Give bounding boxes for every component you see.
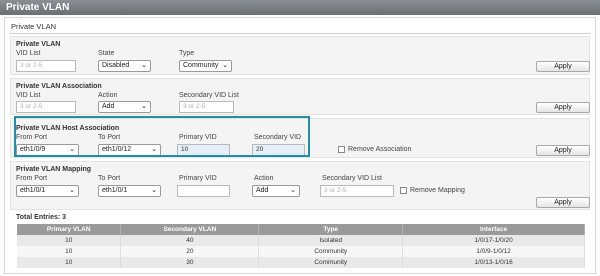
vid-list-input[interactable]: 3 or 2-5 <box>16 60 76 72</box>
vid-list-input[interactable]: 3 or 2-5 <box>16 101 76 113</box>
table-cell: Community <box>258 257 404 268</box>
type-select[interactable]: Community ⌄ <box>179 60 232 72</box>
remove-association-checkbox[interactable] <box>338 146 345 153</box>
action-label: Action <box>98 92 118 99</box>
private-vlan-table: Primary VLAN Secondary VLAN Type Interfa… <box>17 224 585 268</box>
section-title: Private VLAN <box>11 22 57 31</box>
private-vlan-association-panel: Private VLAN Association VID List 3 or 2… <box>10 78 590 115</box>
table-cell: Community <box>258 246 404 257</box>
table-cell: 1/0/13-1/0/16 <box>402 257 585 268</box>
table-cell: 10 <box>17 257 122 268</box>
table-cell: 10 <box>17 235 122 246</box>
action-label: Action <box>254 175 274 182</box>
state-select[interactable]: Disabled ⌄ <box>98 60 151 72</box>
table-cell: 40 <box>120 235 260 246</box>
action-value: Add <box>102 103 115 110</box>
remove-association-label: Remove Association <box>348 146 412 153</box>
column-header: Secondary VLAN <box>120 224 260 235</box>
to-port-select[interactable]: eth1/0/1 ⌄ <box>98 185 161 197</box>
vid-list-label: VID List <box>16 92 41 99</box>
private-vlan-panel: Private VLAN VID List 3 or 2-5 State Dis… <box>10 36 590 75</box>
secondary-vid-list-label: Secondary VID List <box>179 92 239 99</box>
chevron-down-icon: ⌄ <box>151 187 157 194</box>
from-port-select[interactable]: eth1/0/1 ⌄ <box>16 185 79 197</box>
highlight-frame <box>14 116 310 157</box>
table-cell: 10 <box>17 246 122 257</box>
apply-button[interactable]: Apply <box>536 61 590 72</box>
private-vlan-mapping-panel: Private VLAN Mapping From Port eth1/0/1 … <box>10 161 590 210</box>
table-row: 10 40 Isolated 1/0/17-1/0/20 <box>17 235 585 246</box>
table-cell: 1/0/9-1/0/12 <box>402 246 585 257</box>
action-select[interactable]: Add ⌄ <box>98 101 151 113</box>
action-select[interactable]: Add ⌄ <box>252 185 300 197</box>
to-port-value: eth1/0/1 <box>102 187 128 194</box>
column-header: Interface <box>402 224 585 235</box>
panel-title: Private VLAN Mapping <box>16 166 92 173</box>
apply-button[interactable]: Apply <box>536 197 590 208</box>
table-cell: Isolated <box>258 235 404 246</box>
chevron-down-icon: ⌄ <box>69 187 75 194</box>
secondary-vid-list-input[interactable]: 3 or 2-5 <box>179 101 234 113</box>
remove-mapping-label: Remove Mapping <box>410 187 465 194</box>
type-label: Type <box>179 50 195 57</box>
column-header: Primary VLAN <box>17 224 122 235</box>
primary-vid-label: Primary VID <box>179 175 217 182</box>
from-port-value: eth1/0/1 <box>20 187 46 194</box>
section-divider <box>9 33 591 34</box>
chevron-down-icon: ⌄ <box>290 187 296 194</box>
to-port-label: To Port <box>98 175 121 182</box>
secondary-vid-list-label: Secondary VID List <box>322 175 382 182</box>
primary-vid-input[interactable] <box>177 185 230 197</box>
secondary-vid-list-input[interactable]: 3 or 2-5 <box>320 185 394 197</box>
table-cell: 20 <box>120 246 260 257</box>
action-value: Add <box>256 187 269 194</box>
page-title: Private VLAN <box>0 0 600 15</box>
table-row: 10 30 Community 1/0/13-1/0/16 <box>17 257 585 268</box>
table-cell: 30 <box>120 257 260 268</box>
total-entries: Total Entries: 3 <box>16 214 67 221</box>
remove-mapping-checkbox[interactable] <box>400 187 407 194</box>
chevron-down-icon: ⌄ <box>141 103 147 110</box>
vid-list-label: VID List <box>16 50 41 57</box>
panel-title: Private VLAN Association <box>16 83 102 90</box>
apply-button[interactable]: Apply <box>536 102 590 113</box>
from-port-label: From Port <box>16 175 48 182</box>
chevron-down-icon: ⌄ <box>141 62 147 69</box>
table-row: 10 20 Community 1/0/9-1/0/12 <box>17 246 585 257</box>
chevron-down-icon: ⌄ <box>222 62 228 69</box>
type-value: Community <box>183 62 219 69</box>
state-value: Disabled <box>102 62 130 69</box>
state-label: State <box>98 50 115 57</box>
panel-title: Private VLAN <box>16 41 61 48</box>
apply-button[interactable]: Apply <box>536 145 590 156</box>
column-header: Type <box>258 224 404 235</box>
table-cell: 1/0/17-1/0/20 <box>402 235 585 246</box>
table-header-row: Primary VLAN Secondary VLAN Type Interfa… <box>17 224 585 235</box>
